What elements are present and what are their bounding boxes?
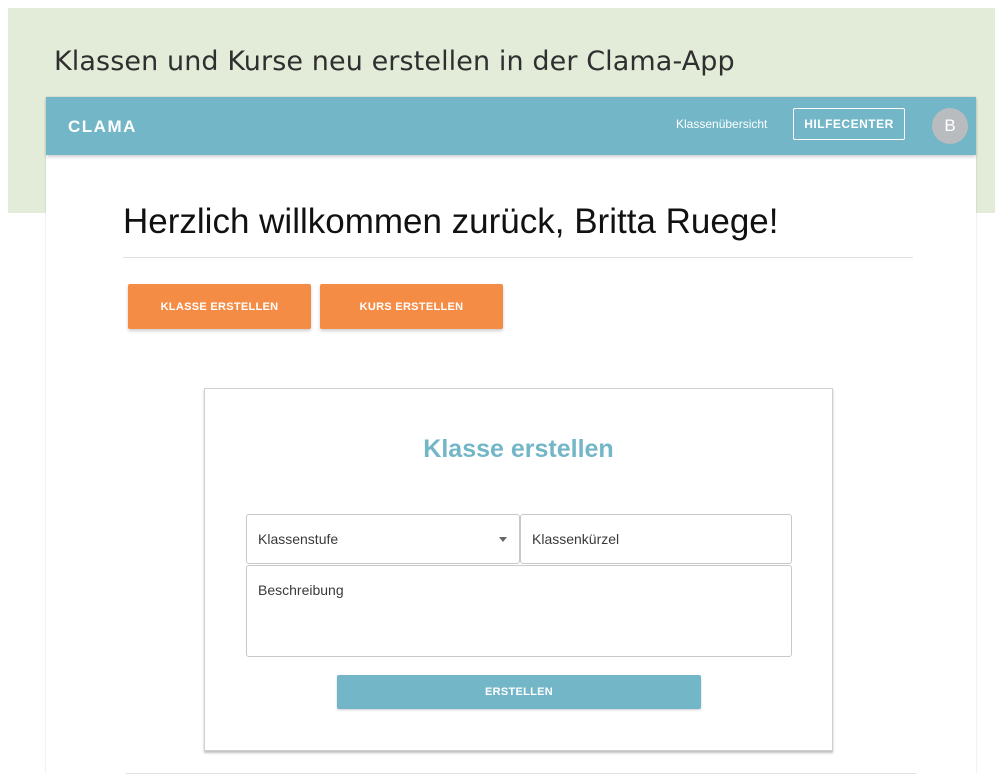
- nav-link-class-overview[interactable]: Klassenübersicht: [676, 117, 767, 131]
- grade-select-label: Klassenstufe: [258, 531, 339, 547]
- welcome-heading: Herzlich willkommen zurück, Britta Ruege…: [123, 202, 779, 241]
- app-window: CLAMA Klassenübersicht HILFECENTER B Her…: [46, 97, 976, 774]
- create-class-button[interactable]: KLASSE ERSTELLEN: [128, 284, 311, 329]
- chevron-down-icon: [499, 537, 507, 542]
- divider: [123, 257, 913, 258]
- class-code-label: Klassenkürzel: [532, 531, 620, 547]
- grade-select[interactable]: Klassenstufe: [246, 514, 520, 564]
- help-center-button[interactable]: HILFECENTER: [793, 108, 905, 140]
- create-course-button[interactable]: KURS ERSTELLEN: [320, 284, 503, 329]
- description-field[interactable]: Beschreibung: [246, 565, 792, 657]
- user-avatar[interactable]: B: [932, 108, 968, 144]
- class-code-field[interactable]: Klassenkürzel: [520, 514, 792, 564]
- description-label: Beschreibung: [258, 582, 344, 598]
- top-navbar: CLAMA Klassenübersicht HILFECENTER B: [46, 97, 976, 155]
- submit-button[interactable]: ERSTELLEN: [337, 675, 701, 709]
- banner-title: Klassen und Kurse neu erstellen in der C…: [54, 46, 735, 77]
- form-title: Klasse erstellen: [423, 435, 614, 463]
- create-class-form: Klasse erstellen Klassenstufe Klassenkür…: [204, 388, 833, 751]
- brand-logo[interactable]: CLAMA: [68, 117, 137, 137]
